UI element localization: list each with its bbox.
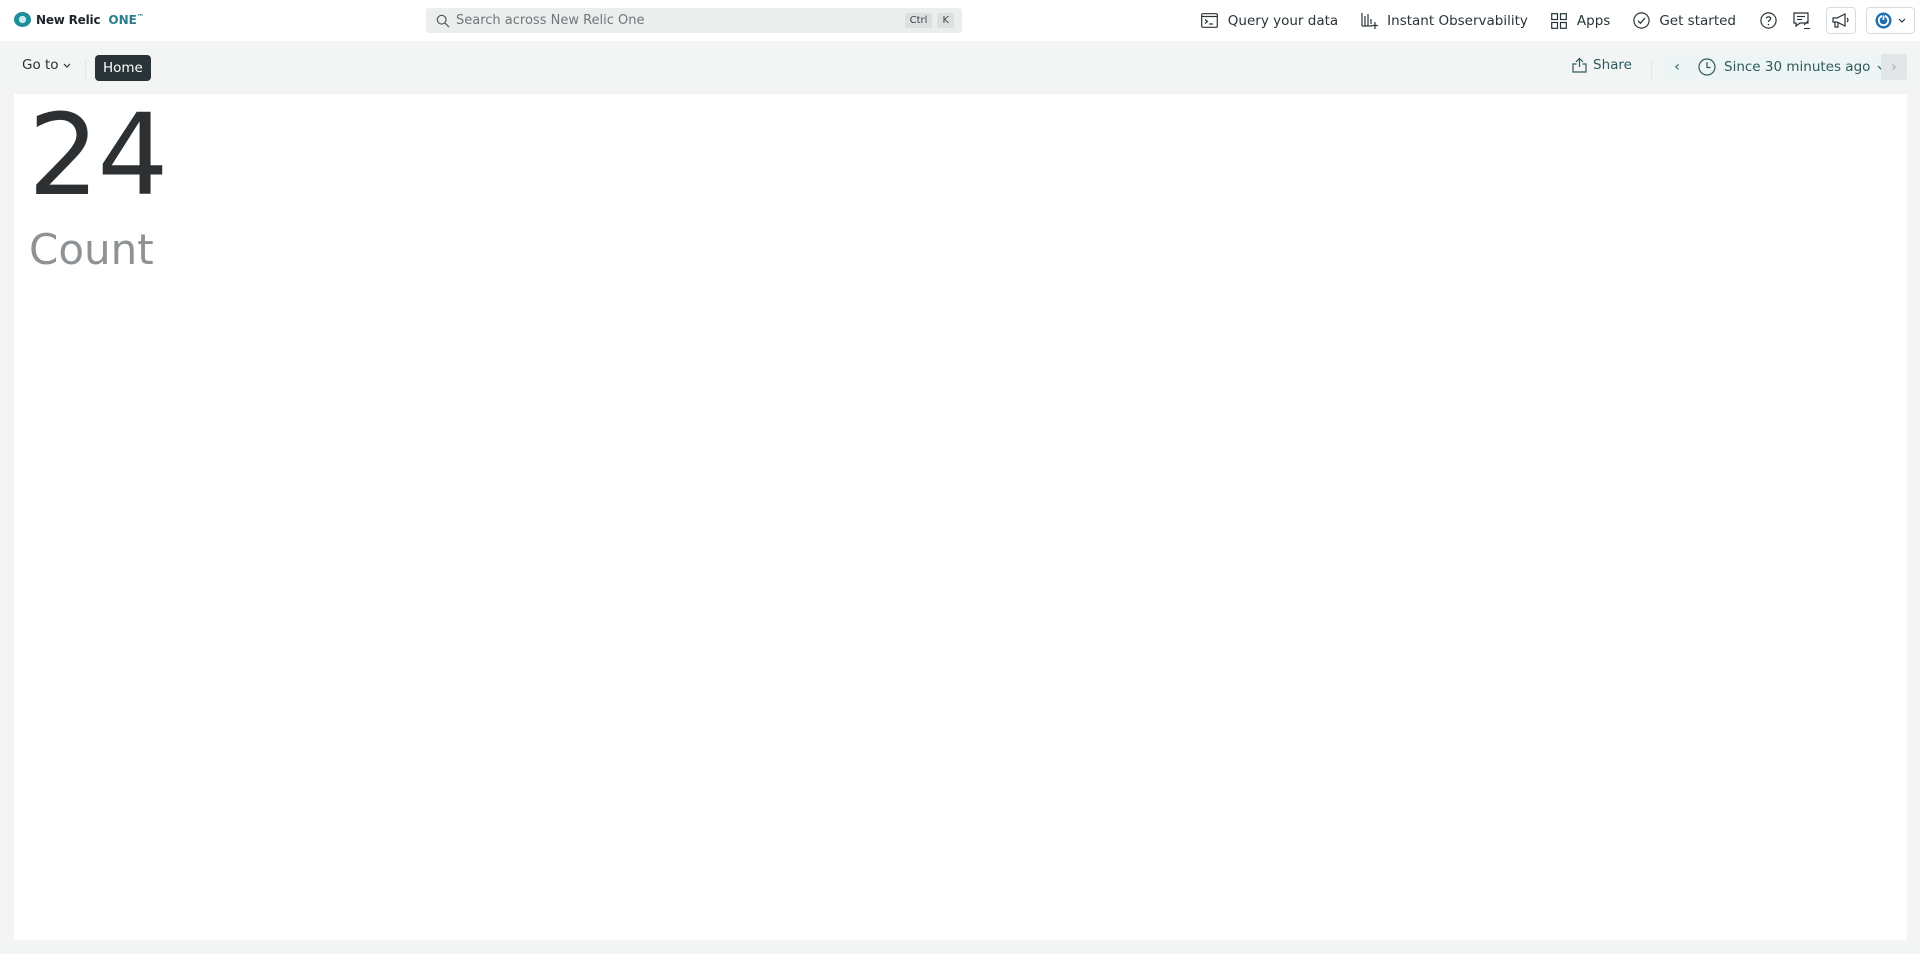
- billboard-widget: [14, 94, 1907, 940]
- instant-observability-label: Instant Observability: [1387, 12, 1528, 29]
- share-icon: [1572, 57, 1587, 73]
- chart-plus-icon: [1360, 12, 1378, 30]
- time-previous-button[interactable]: ‹: [1664, 54, 1690, 80]
- query-your-data-label: Query your data: [1227, 12, 1339, 29]
- logo-trademark: ™: [136, 12, 144, 21]
- shortcut-key-k: K: [937, 13, 954, 28]
- user-avatar-icon: [1875, 12, 1892, 29]
- goto-label: Go to: [22, 57, 59, 73]
- toolbar-divider: [1651, 60, 1652, 80]
- query-your-data-link[interactable]: Query your data: [1201, 12, 1338, 30]
- chevron-down-icon: [1898, 18, 1906, 23]
- announcement-icon: [1832, 12, 1849, 28]
- top-navigation-bar: New Relic ONE™ Ctrl K Query your data In…: [0, 0, 1920, 41]
- breadcrumb-divider: [85, 60, 86, 80]
- logo-one: ONE™: [108, 13, 143, 27]
- billboard-value: 24: [28, 91, 169, 221]
- announcements-button[interactable]: [1826, 7, 1856, 34]
- time-next-button[interactable]: ›: [1881, 54, 1907, 80]
- check-circle-icon: [1632, 12, 1650, 30]
- new-relic-logo[interactable]: New Relic ONE™: [14, 12, 144, 27]
- apps-label: Apps: [1576, 12, 1611, 29]
- help-button[interactable]: [1758, 11, 1778, 31]
- new-relic-logo-icon: [14, 12, 31, 27]
- global-search[interactable]: Ctrl K: [426, 8, 962, 33]
- logo-one-text: ONE: [108, 12, 137, 27]
- get-started-link[interactable]: Get started: [1632, 12, 1736, 30]
- logo-text: New Relic: [36, 12, 101, 27]
- clock-icon: [1698, 58, 1716, 76]
- search-input[interactable]: [456, 13, 905, 28]
- share-button[interactable]: Share: [1572, 57, 1632, 73]
- goto-menu-button[interactable]: Go to: [22, 57, 71, 73]
- user-menu-button[interactable]: [1866, 7, 1915, 34]
- share-label: Share: [1593, 57, 1632, 73]
- feedback-button[interactable]: [1792, 11, 1812, 31]
- feedback-icon: [1793, 11, 1810, 29]
- breadcrumb-home[interactable]: Home: [95, 55, 151, 81]
- help-icon: [1759, 12, 1777, 29]
- chevron-down-icon: [63, 63, 71, 68]
- time-range-selector[interactable]: Since 30 minutes ago: [1724, 59, 1870, 75]
- search-icon: [436, 14, 450, 28]
- get-started-label: Get started: [1659, 12, 1736, 29]
- billboard-label: Count: [29, 225, 154, 274]
- apps-grid-icon: [1550, 12, 1568, 30]
- top-nav-links: Query your data Instant Observability Ap…: [1201, 0, 1920, 41]
- apps-link[interactable]: Apps: [1550, 12, 1610, 30]
- shortcut-key-ctrl: Ctrl: [904, 13, 933, 28]
- time-picker: ‹ Since 30 minutes ago: [1664, 54, 1896, 80]
- instant-observability-link[interactable]: Instant Observability: [1360, 12, 1528, 30]
- terminal-icon: [1201, 12, 1219, 30]
